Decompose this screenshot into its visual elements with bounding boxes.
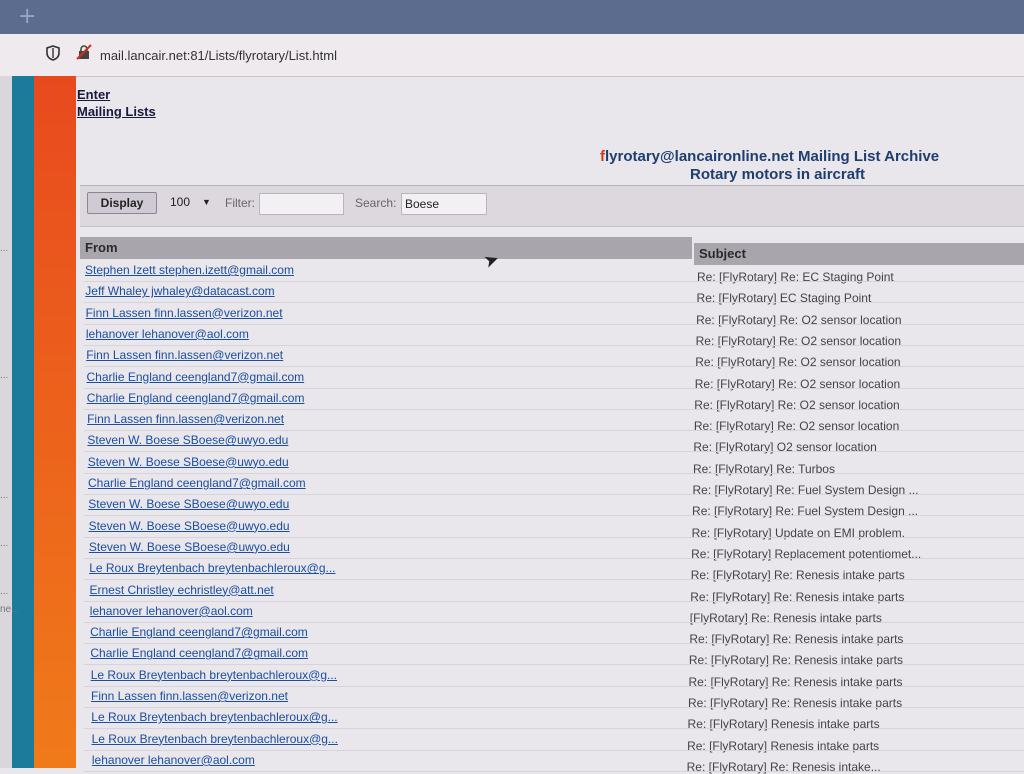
title-rest: lyrotary@lancaironline.net Mailing List … [605, 148, 940, 165]
row-divider [84, 408, 1024, 410]
sender-link[interactable]: Ernest Christley echristley@att.net [90, 583, 274, 597]
sender-link[interactable]: Le Roux Breytenbach breytenbachleroux@g.… [91, 668, 337, 682]
sender-link[interactable]: Charlie England ceengland7@gmail.com [90, 646, 308, 660]
row-divider [84, 451, 1024, 453]
sender-link[interactable]: Finn Lassen finn.lassen@verizon.net [87, 412, 284, 426]
column-header-subject[interactable]: Subject [694, 243, 1024, 265]
page-subtitle: Rotary motors in aircraft [690, 166, 866, 183]
row-divider [84, 472, 1024, 474]
sender-link[interactable]: Charlie England ceengland7@gmail.com [88, 476, 306, 490]
row-divider [84, 387, 1024, 389]
new-tab-icon[interactable]: + [18, 4, 36, 29]
sender-link[interactable]: Steven W. Boese SBoese@uwyo.edu [88, 455, 289, 469]
filter-label: Filter: [225, 196, 255, 210]
row-divider [84, 366, 1024, 368]
sender-link[interactable]: Steven W. Boese SBoese@uwyo.edu [88, 497, 289, 511]
sender-link[interactable]: Finn Lassen finn.lassen@verizon.net [86, 306, 283, 320]
row-divider [84, 515, 1024, 517]
edge-fragment: ... [0, 586, 9, 597]
filter-input[interactable] [259, 193, 344, 215]
insecure-lock-icon[interactable] [76, 44, 92, 64]
row-divider [84, 344, 1024, 346]
edge-fragment: ... [0, 538, 9, 549]
sender-link[interactable]: Jeff Whaley jwhaley@datacast.com [85, 284, 274, 298]
sender-link[interactable]: lehanover lehanover@aol.com [86, 327, 249, 341]
url-text[interactable]: mail.lancair.net:81/Lists/flyrotary/List… [100, 48, 337, 63]
sender-link[interactable]: Charlie England ceengland7@gmail.com [87, 391, 305, 405]
list-toolbar [80, 185, 1024, 227]
edge-fragment: ne... [0, 604, 20, 615]
sender-link[interactable]: Charlie England ceengland7@gmail.com [87, 370, 305, 384]
row-divider [84, 728, 1024, 730]
sender-link[interactable]: Le Roux Breytenbach breytenbachleroux@g.… [92, 732, 338, 746]
sender-link[interactable]: lehanover lehanover@aol.com [90, 604, 253, 618]
row-divider [84, 621, 1024, 623]
page-size-select[interactable]: 100 ▼ [164, 192, 214, 212]
row-divider [84, 707, 1024, 708]
enter-link[interactable]: Enter [77, 87, 110, 102]
browser-tab-bar: + [0, 0, 1024, 34]
display-button[interactable]: Display [87, 192, 157, 214]
edge-fragment: ... [0, 243, 9, 254]
edge-fragment: ... [0, 490, 9, 501]
row-divider [84, 600, 1024, 602]
row-divider [84, 685, 1024, 687]
page-title: flyrotary@lancaironline.net Mailing List… [600, 148, 939, 165]
row-divider [84, 770, 1024, 772]
row-divider [84, 536, 1024, 538]
shield-icon[interactable] [46, 45, 60, 64]
sender-link[interactable]: Stephen Izett stephen.izett@gmail.com [85, 263, 294, 277]
sender-link[interactable]: Steven W. Boese SBoese@uwyo.edu [87, 433, 288, 447]
sender-link[interactable]: Charlie England ceengland7@gmail.com [90, 625, 308, 639]
sender-link[interactable]: Steven W. Boese SBoese@uwyo.edu [89, 519, 290, 533]
row-divider [84, 302, 1024, 304]
column-header-from[interactable]: From [80, 237, 692, 259]
sender-link[interactable]: Finn Lassen finn.lassen@verizon.net [86, 348, 283, 362]
mailing-lists-link[interactable]: Mailing Lists [77, 104, 156, 119]
sender-link[interactable]: Le Roux Breytenbach breytenbachleroux@g.… [91, 710, 337, 724]
search-input[interactable] [401, 193, 487, 215]
left-orange-stripe [34, 76, 76, 768]
page-size-value: 100 [170, 195, 191, 209]
row-divider [84, 494, 1024, 495]
chevron-down-icon: ▼ [202, 197, 211, 207]
row-divider [84, 430, 1024, 432]
left-blue-stripe [12, 76, 34, 768]
sender-link[interactable]: Steven W. Boese SBoese@uwyo.edu [89, 540, 290, 554]
row-divider [84, 664, 1024, 666]
sender-link[interactable]: Finn Lassen finn.lassen@verizon.net [91, 689, 288, 703]
search-label: Search: [355, 196, 397, 210]
row-divider [84, 579, 1024, 581]
row-divider [84, 323, 1024, 325]
sender-link[interactable]: Le Roux Breytenbach breytenbachleroux@g.… [89, 561, 335, 575]
row-divider [84, 749, 1024, 751]
row-divider [84, 281, 1024, 282]
left-edge-panel [0, 76, 12, 768]
row-divider [84, 557, 1024, 559]
edge-fragment: ... [0, 370, 9, 381]
row-divider [84, 643, 1024, 645]
sender-link[interactable]: lehanover lehanover@aol.com [92, 753, 255, 767]
